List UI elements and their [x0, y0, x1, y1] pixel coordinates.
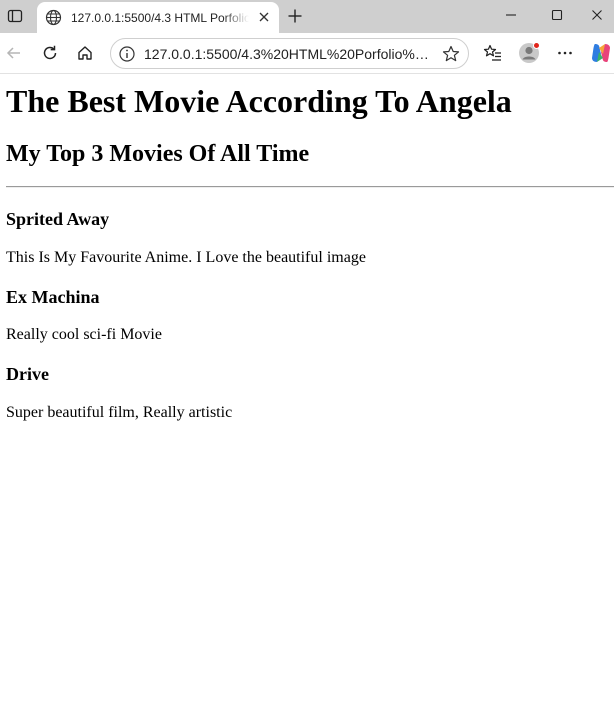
movie-description: This Is My Favourite Anime. I Love the b…: [6, 249, 366, 266]
movie-title: Drive: [6, 364, 49, 384]
copilot-icon[interactable]: [589, 40, 614, 66]
address-bar[interactable]: 127.0.0.1:5500/4.3%20HTML%20Porfolio%20.…: [110, 38, 469, 69]
movie-title: Sprited Away: [6, 209, 110, 229]
more-icon[interactable]: [552, 40, 578, 66]
star-icon[interactable]: [441, 44, 461, 64]
horizontal-rule: [6, 186, 614, 188]
globe-icon: [45, 9, 62, 26]
favorites-icon[interactable]: [480, 40, 506, 66]
active-tab[interactable]: 127.0.0.1:5500/4.3 HTML Porfolio: [37, 2, 279, 33]
movie-title: Ex Machina: [6, 287, 100, 307]
new-tab-icon[interactable]: [284, 5, 306, 27]
page-content: The Best Movie According To Angela My To…: [0, 74, 614, 723]
close-window-icon[interactable]: [580, 0, 614, 30]
movie-description: Super beautiful film, Really artistic: [6, 404, 233, 421]
maximize-icon[interactable]: [534, 0, 580, 30]
info-icon[interactable]: [118, 45, 136, 63]
page-title: The Best Movie According To Angela: [6, 83, 512, 119]
tab-actions-icon[interactable]: [4, 5, 26, 27]
minimize-icon[interactable]: [488, 0, 534, 30]
page-subtitle: My Top 3 Movies Of All Time: [6, 141, 310, 167]
close-tab-icon[interactable]: [255, 8, 273, 26]
tab-title: 127.0.0.1:5500/4.3 HTML Porfolio: [71, 11, 249, 25]
profile-icon[interactable]: [516, 40, 542, 66]
home-icon[interactable]: [72, 40, 98, 66]
back-arrow-icon[interactable]: [1, 40, 27, 66]
url-text[interactable]: 127.0.0.1:5500/4.3%20HTML%20Porfolio%20.…: [144, 45, 434, 63]
reload-icon[interactable]: [37, 40, 63, 66]
browser-toolbar: 127.0.0.1:5500/4.3%20HTML%20Porfolio%20.…: [0, 33, 614, 74]
movie-description: Really cool sci-fi Movie: [6, 326, 162, 343]
tab-strip: 127.0.0.1:5500/4.3 HTML Porfolio: [0, 0, 614, 33]
